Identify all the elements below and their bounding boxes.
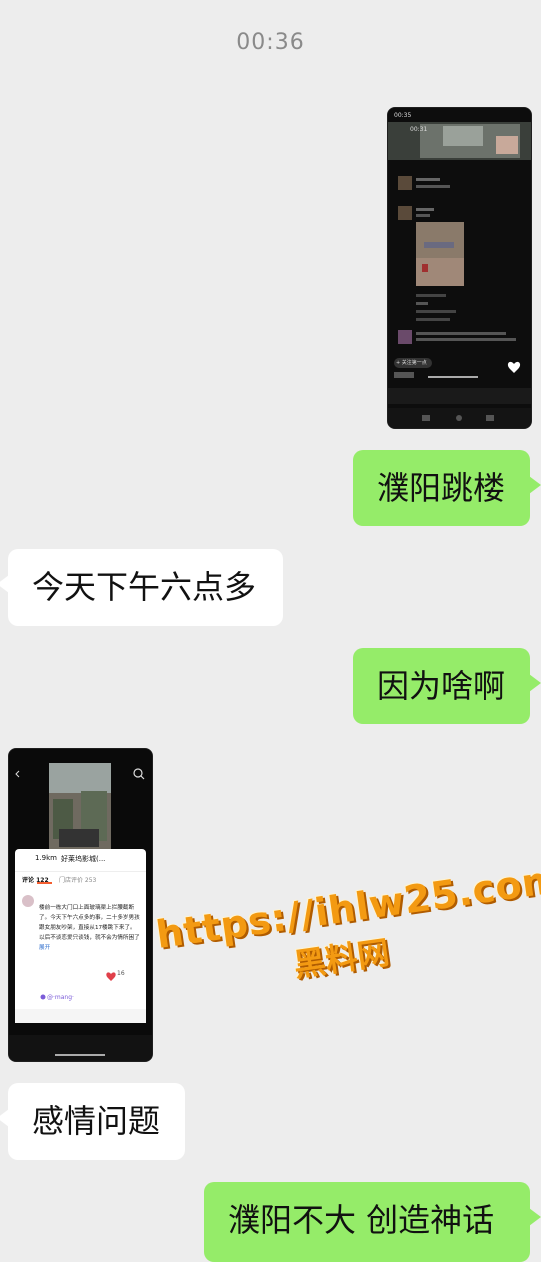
- watermark-overlay: https://ihlw25.com 黑料网: [153, 857, 541, 1004]
- tab-store-reviews[interactable]: 门店评价 253: [59, 875, 96, 884]
- received-image-message[interactable]: 1.9km 好莱坞影城(... 评论 122 门店评价 253 楼前一栋大门口上…: [8, 748, 153, 1062]
- reply-mention: @·mang·: [47, 994, 74, 1001]
- sent-message-bubble[interactable]: 濮阳跳楼: [353, 450, 541, 526]
- comment-text: 楼前一栋大门口上面玻璃渠上拦腰截断了。今天下午六点多的事，二十多岁男孩跟女朋友吵…: [39, 905, 140, 951]
- status-time: 00:35: [394, 112, 412, 119]
- message-text: 今天下午六点多: [32, 568, 257, 606]
- like-count: 16: [117, 970, 125, 977]
- message-text: 濮阳不大 创造神话: [228, 1201, 495, 1239]
- place-name: 好莱坞影城(...: [61, 855, 106, 863]
- sent-message-bubble[interactable]: 因为啥啊: [353, 648, 541, 724]
- message-text: 感情问题: [32, 1102, 161, 1140]
- sent-image-message[interactable]: 00:35 00:31 + 关注第一点: [387, 107, 532, 429]
- sent-message-bubble[interactable]: 濮阳不大 创造神话: [204, 1182, 541, 1262]
- received-message-bubble[interactable]: 感情问题: [0, 1083, 185, 1160]
- message-timestamp: 00:36: [236, 30, 305, 55]
- received-message-bubble[interactable]: 今天下午六点多: [0, 549, 283, 626]
- video-time: 00:31: [410, 126, 428, 133]
- message-text: 因为啥啊: [377, 667, 506, 705]
- place-distance: 1.9km: [35, 854, 58, 862]
- message-text: 濮阳跳楼: [377, 469, 506, 507]
- tab-comments[interactable]: 评论 122: [22, 875, 49, 884]
- follow-pill: + 关注第一点: [396, 360, 427, 366]
- video-screenshot-image: [388, 108, 531, 428]
